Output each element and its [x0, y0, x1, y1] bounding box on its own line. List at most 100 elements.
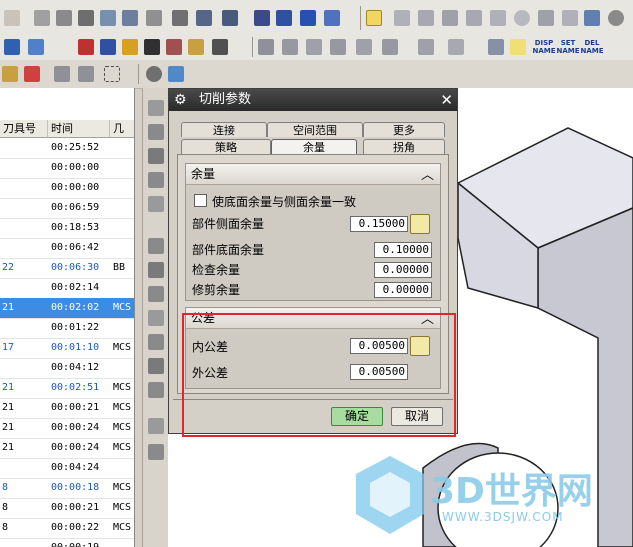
table-row[interactable]: 00:06:59 [0, 198, 134, 219]
tab-containment[interactable]: 空间范围 [267, 122, 363, 137]
table-row[interactable]: 21 00:00:24 MCS [0, 418, 134, 439]
table-row[interactable]: 00:00:00 [0, 178, 134, 199]
tab-stock[interactable]: 余量 [271, 139, 357, 154]
window-icon[interactable] [584, 10, 600, 26]
circle-icon[interactable] [514, 10, 530, 26]
blend-icon[interactable] [56, 10, 72, 26]
extend-icon[interactable] [490, 10, 506, 26]
palette-tool-8-icon[interactable] [148, 286, 164, 302]
palette-tool-14-icon[interactable] [148, 444, 164, 460]
feed-icon[interactable] [356, 39, 372, 55]
table-row[interactable]: 8 00:00:21 MCS [0, 498, 134, 519]
palette-tool-7-icon[interactable] [148, 262, 164, 278]
brackets-icon[interactable] [510, 39, 526, 55]
table-row[interactable]: 00:25:52 [0, 138, 134, 159]
tab-more[interactable]: 更多 [363, 122, 445, 137]
point-icon[interactable] [562, 10, 578, 26]
close-icon[interactable]: ✕ [440, 89, 453, 111]
palette-tool-3-icon[interactable] [148, 148, 164, 164]
table-row[interactable]: 00:01:22 [0, 318, 134, 339]
arc-icon[interactable] [418, 10, 434, 26]
machine-icon[interactable] [166, 39, 182, 55]
same-floor-as-side-checkbox[interactable] [194, 194, 207, 207]
part-side-stock-input[interactable]: 0.15000 [350, 216, 408, 232]
rectangle-select-icon[interactable] [104, 66, 120, 82]
operation-icon[interactable] [4, 39, 20, 55]
cutter-icon[interactable] [330, 39, 346, 55]
palette-tool-10-icon[interactable] [148, 334, 164, 350]
palette-tool-4-icon[interactable] [148, 172, 164, 188]
column-header-geometry[interactable]: 几 [110, 120, 134, 138]
undo-icon[interactable] [4, 10, 20, 26]
column-header-time[interactable]: 时间 [48, 120, 110, 138]
part-floor-stock-input[interactable]: 0.10000 [374, 242, 432, 258]
shape-icon[interactable] [34, 10, 50, 26]
table-row[interactable]: 17 00:01:10 MCS [0, 338, 134, 359]
palette-tool-1-icon[interactable] [148, 100, 164, 116]
column-header-tool-number[interactable]: 刀具号 [0, 120, 48, 138]
palette-tool-11-icon[interactable] [148, 358, 164, 374]
path-icon[interactable] [306, 39, 322, 55]
trim-icon[interactable] [146, 10, 162, 26]
cylinder-icon[interactable] [300, 10, 316, 26]
offset-icon[interactable] [122, 10, 138, 26]
geometry-icon[interactable] [28, 39, 44, 55]
postprocess-icon[interactable] [188, 39, 204, 55]
info-icon[interactable] [448, 39, 464, 55]
table-row[interactable]: 21 00:00:21 MCS [0, 398, 134, 419]
cube-view-icon[interactable] [168, 66, 184, 82]
table-row[interactable]: 21 00:02:02 MCS [0, 298, 134, 319]
object-icon[interactable] [282, 39, 298, 55]
snap-lock-icon[interactable] [366, 10, 382, 26]
generate-icon[interactable] [78, 39, 94, 55]
shell-icon[interactable] [100, 10, 116, 26]
table-row[interactable]: 8 00:00:18 MCS [0, 478, 134, 499]
palette-tool-5-icon[interactable] [148, 196, 164, 212]
table-row[interactable]: 22 00:06:30 BB [0, 258, 134, 279]
spline-icon[interactable] [442, 10, 458, 26]
move-face-icon[interactable] [196, 10, 212, 26]
palette-tool-9-icon[interactable] [148, 310, 164, 326]
layer-icon[interactable] [382, 39, 398, 55]
settings-icon[interactable] [608, 10, 624, 26]
trim-curve-icon[interactable] [466, 10, 482, 26]
simulate-icon[interactable] [144, 39, 160, 55]
curve-snap-icon[interactable] [78, 66, 94, 82]
solid-view-icon[interactable] [254, 10, 270, 26]
verify-icon[interactable] [122, 39, 138, 55]
palette-tool-6-icon[interactable] [148, 238, 164, 254]
table-row[interactable]: 21 00:00:24 MCS [0, 438, 134, 459]
table-row[interactable]: 00:06:42 [0, 238, 134, 259]
split-icon[interactable] [172, 10, 188, 26]
table-row[interactable]: 00:00:00 [0, 158, 134, 179]
block-icon[interactable] [276, 10, 292, 26]
tab-strategy[interactable]: 策略 [181, 139, 271, 154]
part-side-lock-icon[interactable] [410, 214, 430, 234]
collapse-icon[interactable]: ︿ [421, 166, 434, 186]
table-row[interactable]: 21 00:02:51 MCS [0, 378, 134, 399]
display-icon[interactable] [418, 39, 434, 55]
pattern-icon[interactable] [222, 10, 238, 26]
point-snap-icon[interactable] [54, 66, 70, 82]
del-name-button[interactable]: DEL NAME [580, 39, 604, 55]
table-row[interactable]: 00:04:12 [0, 358, 134, 379]
shaded-view-icon[interactable] [146, 66, 162, 82]
trim-stock-input[interactable]: 0.00000 [374, 282, 432, 298]
angle-90-icon[interactable] [488, 39, 504, 55]
tab-connections[interactable]: 连接 [181, 122, 267, 137]
print-icon[interactable] [212, 39, 228, 55]
set-name-button[interactable]: SET NAME [556, 39, 580, 55]
check-stock-input[interactable]: 0.00000 [374, 262, 432, 278]
sphere-icon[interactable] [324, 10, 340, 26]
fillet-curve-icon[interactable] [538, 10, 554, 26]
chamfer-icon[interactable] [78, 10, 94, 26]
transform-icon[interactable] [258, 39, 274, 55]
table-row[interactable]: 8 00:00:22 MCS [0, 518, 134, 539]
table-row[interactable]: 00:04:24 [0, 458, 134, 479]
table-row[interactable]: 00:18:53 [0, 218, 134, 239]
table-row[interactable]: 00:02:14 [0, 278, 134, 299]
stock-group-header[interactable]: 余量 ︿ [186, 164, 440, 185]
tab-corners[interactable]: 拐角 [363, 139, 445, 154]
snap-point-icon[interactable] [24, 66, 40, 82]
palette-tool-13-icon[interactable] [148, 418, 164, 434]
